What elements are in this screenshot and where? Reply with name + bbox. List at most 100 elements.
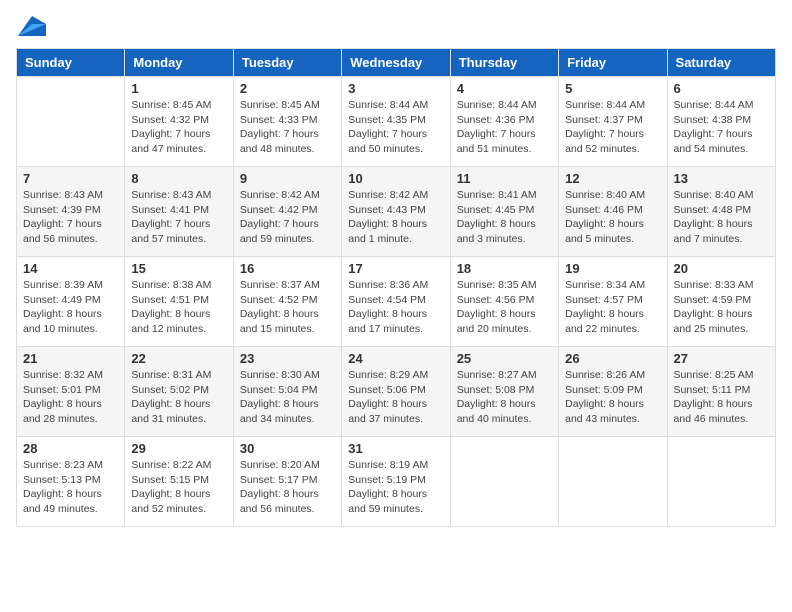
day-info: Sunrise: 8:44 AM Sunset: 4:38 PM Dayligh… [674,98,769,157]
calendar-cell: 3 Sunrise: 8:44 AM Sunset: 4:35 PM Daylig… [342,77,450,167]
day-number: 25 [457,351,552,366]
calendar-cell [667,437,775,527]
day-number: 26 [565,351,660,366]
calendar-cell [450,437,558,527]
day-info: Sunrise: 8:39 AM Sunset: 4:49 PM Dayligh… [23,278,118,337]
day-number: 16 [240,261,335,276]
calendar-cell: 12Sunrise: 8:40 AM Sunset: 4:46 PM Dayli… [559,167,667,257]
day-info: Sunrise: 8:45 AM Sunset: 4:33 PM Dayligh… [240,98,335,157]
day-info: Sunrise: 8:26 AM Sunset: 5:09 PM Dayligh… [565,368,660,427]
day-number: 22 [131,351,226,366]
day-number: 20 [674,261,769,276]
day-info: Sunrise: 8:20 AM Sunset: 5:17 PM Dayligh… [240,458,335,517]
calendar-cell: 17Sunrise: 8:36 AM Sunset: 4:54 PM Dayli… [342,257,450,347]
calendar-week-row: 1 Sunrise: 8:45 AM Sunset: 4:32 PM Daylig… [17,77,776,167]
day-info: Sunrise: 8:41 AM Sunset: 4:45 PM Dayligh… [457,188,552,247]
day-info: Sunrise: 8:45 AM Sunset: 4:32 PM Dayligh… [131,98,226,157]
day-number: 11 [457,171,552,186]
calendar-header-row: SundayMondayTuesdayWednesdayThursdayFrid… [17,49,776,77]
day-number: 1 [131,81,226,96]
header-friday: Friday [559,49,667,77]
day-info: Sunrise: 8:44 AM Sunset: 4:35 PM Dayligh… [348,98,443,157]
calendar-week-row: 21 Sunrise: 8:32 AM Sunset: 5:01 PM Dayli… [17,347,776,437]
calendar-week-row: 14Sunrise: 8:39 AM Sunset: 4:49 PM Dayli… [17,257,776,347]
day-info: Sunrise: 8:40 AM Sunset: 4:46 PM Dayligh… [565,188,660,247]
calendar-cell: 23 Sunrise: 8:30 AM Sunset: 5:04 PM Dayli… [233,347,341,437]
calendar-week-row: 28 Sunrise: 8:23 AM Sunset: 5:13 PM Dayli… [17,437,776,527]
calendar-table: SundayMondayTuesdayWednesdayThursdayFrid… [16,48,776,527]
day-number: 10 [348,171,443,186]
day-number: 6 [674,81,769,96]
calendar-cell: 26 Sunrise: 8:26 AM Sunset: 5:09 PM Dayli… [559,347,667,437]
day-info: Sunrise: 8:32 AM Sunset: 5:01 PM Dayligh… [23,368,118,427]
day-info: Sunrise: 8:19 AM Sunset: 5:19 PM Dayligh… [348,458,443,517]
calendar-cell: 22 Sunrise: 8:31 AM Sunset: 5:02 PM Dayli… [125,347,233,437]
calendar-cell: 29Sunrise: 8:22 AM Sunset: 5:15 PM Dayli… [125,437,233,527]
day-number: 27 [674,351,769,366]
day-number: 23 [240,351,335,366]
calendar-cell: 11 Sunrise: 8:41 AM Sunset: 4:45 PM Dayli… [450,167,558,257]
day-info: Sunrise: 8:42 AM Sunset: 4:43 PM Dayligh… [348,188,443,247]
page-header [16,16,776,36]
day-info: Sunrise: 8:31 AM Sunset: 5:02 PM Dayligh… [131,368,226,427]
day-info: Sunrise: 8:36 AM Sunset: 4:54 PM Dayligh… [348,278,443,337]
calendar-cell: 30Sunrise: 8:20 AM Sunset: 5:17 PM Dayli… [233,437,341,527]
calendar-cell: 7Sunrise: 8:43 AM Sunset: 4:39 PM Daylig… [17,167,125,257]
logo-icon [18,16,46,36]
day-info: Sunrise: 8:44 AM Sunset: 4:37 PM Dayligh… [565,98,660,157]
calendar-cell: 18 Sunrise: 8:35 AM Sunset: 4:56 PM Dayli… [450,257,558,347]
calendar-cell: 15 Sunrise: 8:38 AM Sunset: 4:51 PM Dayli… [125,257,233,347]
header-wednesday: Wednesday [342,49,450,77]
calendar-cell: 19Sunrise: 8:34 AM Sunset: 4:57 PM Dayli… [559,257,667,347]
day-info: Sunrise: 8:27 AM Sunset: 5:08 PM Dayligh… [457,368,552,427]
day-number: 15 [131,261,226,276]
calendar-cell: 16 Sunrise: 8:37 AM Sunset: 4:52 PM Dayli… [233,257,341,347]
day-number: 24 [348,351,443,366]
header-tuesday: Tuesday [233,49,341,77]
day-info: Sunrise: 8:34 AM Sunset: 4:57 PM Dayligh… [565,278,660,337]
calendar-cell: 28 Sunrise: 8:23 AM Sunset: 5:13 PM Dayli… [17,437,125,527]
calendar-cell: 2 Sunrise: 8:45 AM Sunset: 4:33 PM Daylig… [233,77,341,167]
day-number: 3 [348,81,443,96]
calendar-cell: 5 Sunrise: 8:44 AM Sunset: 4:37 PM Daylig… [559,77,667,167]
day-number: 21 [23,351,118,366]
day-info: Sunrise: 8:30 AM Sunset: 5:04 PM Dayligh… [240,368,335,427]
day-info: Sunrise: 8:37 AM Sunset: 4:52 PM Dayligh… [240,278,335,337]
day-number: 18 [457,261,552,276]
day-info: Sunrise: 8:38 AM Sunset: 4:51 PM Dayligh… [131,278,226,337]
day-info: Sunrise: 8:35 AM Sunset: 4:56 PM Dayligh… [457,278,552,337]
calendar-cell: 25 Sunrise: 8:27 AM Sunset: 5:08 PM Dayli… [450,347,558,437]
calendar-week-row: 7Sunrise: 8:43 AM Sunset: 4:39 PM Daylig… [17,167,776,257]
calendar-cell: 20 Sunrise: 8:33 AM Sunset: 4:59 PM Dayli… [667,257,775,347]
calendar-cell [559,437,667,527]
calendar-cell: 13 Sunrise: 8:40 AM Sunset: 4:48 PM Dayli… [667,167,775,257]
day-number: 2 [240,81,335,96]
calendar-cell: 8 Sunrise: 8:43 AM Sunset: 4:41 PM Daylig… [125,167,233,257]
calendar-cell: 24 Sunrise: 8:29 AM Sunset: 5:06 PM Dayli… [342,347,450,437]
day-info: Sunrise: 8:23 AM Sunset: 5:13 PM Dayligh… [23,458,118,517]
day-number: 9 [240,171,335,186]
calendar-cell: 10 Sunrise: 8:42 AM Sunset: 4:43 PM Dayli… [342,167,450,257]
header-sunday: Sunday [17,49,125,77]
day-number: 28 [23,441,118,456]
calendar-cell: 14Sunrise: 8:39 AM Sunset: 4:49 PM Dayli… [17,257,125,347]
day-info: Sunrise: 8:29 AM Sunset: 5:06 PM Dayligh… [348,368,443,427]
day-number: 13 [674,171,769,186]
header-thursday: Thursday [450,49,558,77]
day-number: 4 [457,81,552,96]
calendar-cell: 1 Sunrise: 8:45 AM Sunset: 4:32 PM Daylig… [125,77,233,167]
day-info: Sunrise: 8:43 AM Sunset: 4:41 PM Dayligh… [131,188,226,247]
header-saturday: Saturday [667,49,775,77]
logo [16,16,46,36]
day-number: 31 [348,441,443,456]
calendar-cell [17,77,125,167]
day-number: 5 [565,81,660,96]
calendar-cell: 6 Sunrise: 8:44 AM Sunset: 4:38 PM Daylig… [667,77,775,167]
calendar-cell: 31 Sunrise: 8:19 AM Sunset: 5:19 PM Dayli… [342,437,450,527]
day-info: Sunrise: 8:40 AM Sunset: 4:48 PM Dayligh… [674,188,769,247]
day-info: Sunrise: 8:33 AM Sunset: 4:59 PM Dayligh… [674,278,769,337]
calendar-cell: 4Sunrise: 8:44 AM Sunset: 4:36 PM Daylig… [450,77,558,167]
calendar-cell: 27Sunrise: 8:25 AM Sunset: 5:11 PM Dayli… [667,347,775,437]
day-number: 7 [23,171,118,186]
day-number: 8 [131,171,226,186]
